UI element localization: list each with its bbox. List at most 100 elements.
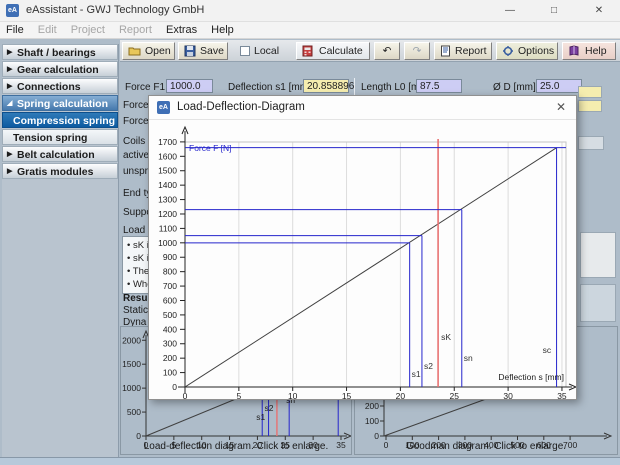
open-button[interactable]: Open [122, 42, 175, 60]
open-label: Open [145, 45, 171, 57]
window-titlebar[interactable]: eA eAssistant - GWJ Technology GmbH — □ … [0, 0, 620, 22]
covered-control [580, 284, 616, 322]
dialog-titlebar[interactable]: eA Load-Deflection-Diagram ✕ [149, 96, 576, 120]
sidebar-item-label: Spring calculation [17, 98, 108, 110]
y-tick-label: 1100 [159, 223, 178, 233]
y-tick-label: 400 [163, 324, 177, 334]
sidebar-item-spring-calculation[interactable]: ◢Spring calculation [2, 95, 118, 111]
options-label: Options [518, 45, 554, 57]
x-tick-label: 20 [396, 391, 406, 399]
y-tick-label: 1500 [122, 359, 141, 369]
calculator-icon [302, 45, 315, 57]
note-line: • The [127, 266, 149, 277]
marker-label-s2: s2 [265, 403, 274, 413]
y-tick-label: 1700 [158, 137, 177, 147]
marker-label-sK: sK [441, 332, 451, 342]
y-tick-label: 1600 [158, 151, 177, 161]
report-button[interactable]: Report [434, 42, 492, 60]
dialog-close-icon[interactable]: ✕ [556, 100, 566, 114]
y-tick-label: 1000 [158, 238, 177, 248]
help-label: Help [585, 45, 607, 57]
sidebar-item-label: Gear calculation [17, 64, 99, 76]
y-tick-label: 800 [163, 267, 177, 277]
toolbar: Open Save Local Calculate ↶ ↷ Report Opt… [120, 40, 620, 62]
calculate-label: Calculate [319, 45, 363, 57]
y-tick-label: 2000 [122, 335, 141, 345]
menu-report: Report [119, 24, 152, 36]
dialog-icon: eA [157, 101, 170, 114]
chevron-right-icon: ▶ [7, 45, 12, 61]
app-icon: eA [6, 4, 19, 17]
help-book-icon [568, 45, 581, 57]
marker-label-s2: s2 [424, 361, 433, 371]
options-button[interactable]: Options [496, 42, 558, 60]
covered-yellow-field [578, 100, 602, 112]
report-label: Report [455, 45, 487, 57]
redo-button[interactable]: ↷ [404, 42, 430, 60]
left-caption: Load-deflection diagram. Click to enlarg… [121, 441, 351, 452]
menu-file[interactable]: File [6, 24, 24, 36]
x-tick-label: 10 [288, 391, 298, 399]
result-heading: Resu [123, 293, 147, 304]
x-tick-label: 25 [450, 391, 460, 399]
y-tick-label: 1500 [158, 166, 177, 176]
chevron-right-icon: ▶ [7, 62, 12, 78]
sidebar-item-label: Gratis modules [17, 166, 93, 178]
save-floppy-icon [184, 45, 196, 57]
x-axis-title: Deflection s [mm] [498, 372, 564, 382]
right-caption: Goodman diagram. Click to enlarge. [355, 441, 617, 452]
calculate-button[interactable]: Calculate [296, 42, 370, 60]
sidebar-item-label: Compression spring [13, 115, 115, 127]
menu-bar: File Edit Project Report Extras Help [0, 22, 620, 39]
y-tick-label: 1400 [158, 180, 177, 190]
sidebar-item-belt-calculation[interactable]: ▶Belt calculation [2, 146, 118, 162]
sidebar-item-tension-spring[interactable]: Tension spring [2, 129, 118, 145]
y-tick-label: 0 [172, 382, 177, 392]
y-tick-label: 200 [365, 401, 379, 411]
diameter-d-field[interactable]: 25.0 [536, 79, 582, 93]
marker-label-sc: sc [543, 345, 552, 355]
y-tick-label: 700 [163, 281, 177, 291]
deflection-s1-label: Deflection s1 [mm] [228, 82, 311, 93]
menu-extras[interactable]: Extras [166, 24, 197, 36]
menu-help[interactable]: Help [211, 24, 234, 36]
close-button[interactable]: ✕ [578, 0, 620, 22]
maximize-button[interactable]: □ [534, 0, 574, 22]
menu-edit: Edit [38, 24, 57, 36]
y-axis-title: Force F [N] [189, 143, 232, 153]
help-button[interactable]: Help [562, 42, 616, 60]
sidebar-item-gratis-modules[interactable]: ▶Gratis modules [2, 163, 118, 179]
y-tick-label: 1200 [158, 209, 177, 219]
chevron-right-icon: ▶ [7, 79, 12, 95]
save-label: Save [200, 45, 224, 57]
marker-label-s1: s1 [256, 412, 265, 422]
minimize-button[interactable]: — [490, 0, 530, 22]
window-title: eAssistant - GWJ Technology GmbH [26, 4, 204, 16]
options-gear-icon [502, 45, 514, 57]
sidebar-item-shaft-bearings[interactable]: ▶ Shaft / bearings [2, 44, 118, 60]
sidebar-item-label: Shaft / bearings [17, 47, 96, 59]
deflection-s1-field[interactable]: 20.858896 [303, 79, 349, 93]
load-deflection-dialog: eA Load-Deflection-Diagram ✕ 05101520253… [148, 95, 577, 400]
checkbox-icon[interactable] [240, 46, 250, 56]
y-tick-label: 500 [127, 407, 141, 417]
y-tick-label: 200 [163, 353, 177, 363]
local-checkbox[interactable]: Local [234, 42, 292, 60]
sidebar-item-gear-calculation[interactable]: ▶ Gear calculation [2, 61, 118, 77]
status-strip [0, 457, 620, 465]
sidebar-item-connections[interactable]: ▶Connections [2, 78, 118, 94]
y-tick-label: 1300 [158, 195, 177, 205]
y-tick-label: 100 [365, 416, 379, 426]
force-f1-field[interactable]: 1000.0 [166, 79, 213, 93]
x-tick-label: 5 [236, 391, 241, 399]
save-button[interactable]: Save [178, 42, 228, 60]
undo-icon: ↶ [383, 45, 392, 57]
open-folder-icon [128, 45, 141, 57]
undo-button[interactable]: ↶ [374, 42, 400, 60]
y-tick-label: 100 [163, 368, 177, 378]
menu-project: Project [71, 24, 105, 36]
redo-icon: ↷ [413, 45, 422, 57]
length-l0-field[interactable]: 87.5 [416, 79, 462, 93]
marker-label-sn: sn [464, 353, 473, 363]
sidebar-item-compression-spring[interactable]: Compression spring [2, 112, 118, 128]
